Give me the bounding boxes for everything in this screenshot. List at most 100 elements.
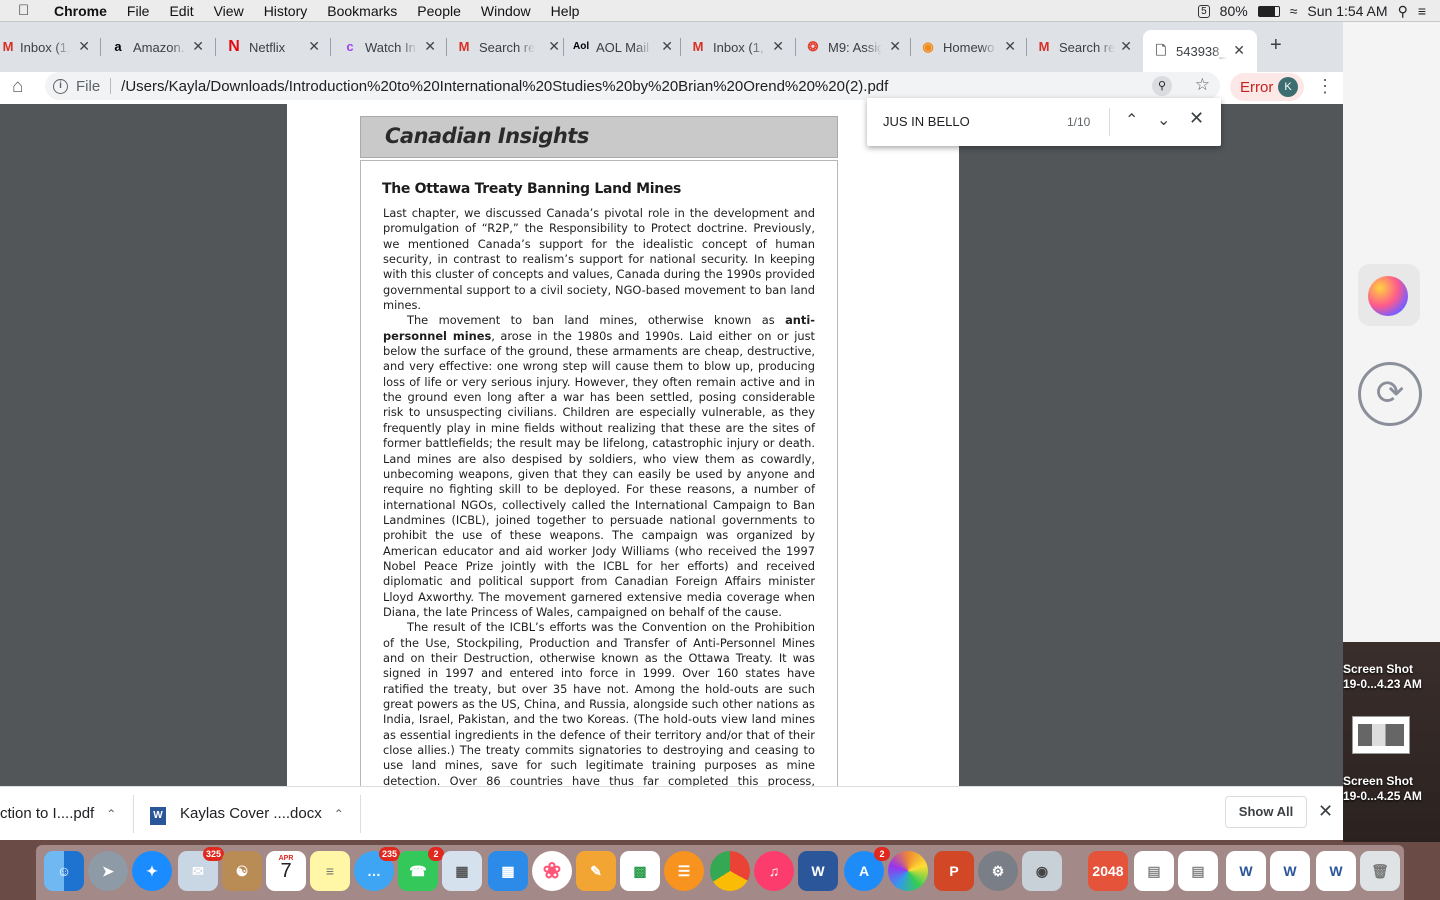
notification-center-icon[interactable]: ≡: [1418, 3, 1426, 19]
close-icon[interactable]: ✕: [192, 38, 204, 55]
close-icon[interactable]: ✕: [661, 38, 673, 55]
download-item-pdf[interactable]: ction to I....pdf ⌃: [0, 805, 116, 822]
find-previous-icon[interactable]: ⌃: [1125, 110, 1138, 130]
close-icon[interactable]: ✕: [1318, 801, 1333, 822]
numbers-icon[interactable]: ▩: [620, 851, 660, 891]
menu-bookmarks[interactable]: Bookmarks: [317, 3, 407, 19]
game-2048-icon[interactable]: 2048: [1088, 851, 1128, 891]
tab-search-1[interactable]: M Search re ✕: [456, 36, 560, 58]
desktop-file-screenshot-1[interactable]: Screen Shot 19-0...4.23 AM: [1343, 662, 1422, 692]
show-all-button[interactable]: Show All: [1225, 796, 1307, 828]
close-icon[interactable]: ✕: [889, 38, 901, 55]
messages-icon[interactable]: … 235: [354, 847, 400, 891]
menu-view[interactable]: View: [204, 3, 254, 19]
tab-title: Homewo: [943, 39, 995, 55]
sync-arrows-icon[interactable]: ⟳: [1358, 362, 1422, 426]
tab-title: M9: Assig: [828, 39, 882, 55]
battery-icon[interactable]: [1257, 5, 1280, 17]
tab-homework[interactable]: ◉ Homewo ✕: [920, 36, 1016, 58]
menu-people[interactable]: People: [407, 3, 471, 19]
itunes-icon[interactable]: ♫: [754, 851, 794, 891]
tab-watch[interactable]: c Watch Ins ✕: [342, 36, 436, 58]
tab-netflix[interactable]: N Netflix ✕: [226, 36, 320, 58]
find-input[interactable]: JUS IN BELLO: [883, 114, 970, 129]
menu-edit[interactable]: Edit: [159, 3, 203, 19]
tab-title: Amazon.: [133, 39, 185, 55]
contacts-icon[interactable]: ☯: [222, 851, 262, 891]
pdf-page: Canadian Insights The Ottawa Treaty Bann…: [287, 104, 959, 786]
tab-inbox-1[interactable]: M Inbox (1, ✕: [0, 36, 90, 58]
menu-window[interactable]: Window: [471, 3, 541, 19]
home-icon[interactable]: ⌂: [12, 76, 23, 98]
word-icon[interactable]: W: [798, 851, 838, 891]
app-store-icon[interactable]: A2: [844, 847, 890, 891]
close-icon[interactable]: ✕: [1120, 38, 1132, 55]
close-icon[interactable]: ✕: [308, 38, 320, 55]
close-icon[interactable]: ✕: [424, 38, 436, 55]
recent-word-document-icon[interactable]: W: [1270, 851, 1310, 891]
chrome-icon[interactable]: [710, 851, 750, 891]
trash-icon[interactable]: 🗑: [1360, 851, 1400, 891]
chevron-up-icon[interactable]: ⌃: [106, 807, 116, 821]
close-icon[interactable]: ✕: [1189, 108, 1204, 129]
profile-error-button[interactable]: Error K: [1230, 73, 1304, 101]
safari-icon[interactable]: ✦: [132, 851, 172, 891]
menu-help[interactable]: Help: [541, 3, 590, 19]
launchpad-icon[interactable]: ➤: [88, 851, 128, 891]
pages-icon[interactable]: ✎: [576, 851, 616, 891]
omnibox[interactable]: i File /Users/Kayla/Downloads/Introducti…: [45, 72, 1220, 100]
find-next-icon[interactable]: ⌄: [1157, 110, 1170, 130]
menu-history[interactable]: History: [254, 3, 318, 19]
new-tab-button[interactable]: +: [1270, 34, 1282, 57]
close-icon[interactable]: ✕: [1004, 38, 1016, 55]
find-in-page-icon[interactable]: ⚲: [1152, 76, 1172, 96]
recent-word-document-icon[interactable]: W: [1226, 851, 1266, 891]
ibooks-icon[interactable]: ☰: [664, 851, 704, 891]
game-center-icon[interactable]: [1358, 264, 1420, 326]
close-icon[interactable]: ✕: [78, 38, 90, 55]
screenshot-thumbnail-icon[interactable]: [1352, 716, 1410, 754]
powerpoint-icon[interactable]: P: [934, 851, 974, 891]
close-icon[interactable]: ✕: [1233, 42, 1245, 59]
image-capture-icon[interactable]: ◉: [1022, 851, 1062, 891]
tab-amazon[interactable]: a Amazon. ✕: [110, 36, 204, 58]
wifi-icon[interactable]: ≈: [1290, 3, 1298, 19]
apple-menu-icon[interactable]: : [18, 2, 38, 19]
spotlight-search-icon[interactable]: ⚲: [1398, 3, 1408, 20]
info-icon[interactable]: i: [53, 78, 68, 94]
recent-word-document-icon[interactable]: W: [1316, 851, 1356, 891]
tab-pdf-active[interactable]: 🗋 543938_ ✕: [1143, 30, 1257, 72]
url-text[interactable]: /Users/Kayla/Downloads/Introduction%20to…: [121, 78, 888, 95]
close-icon[interactable]: ✕: [772, 38, 784, 55]
battery-percent[interactable]: 80%: [1220, 3, 1248, 19]
clock[interactable]: Sun 1:54 AM: [1307, 3, 1387, 19]
system-preferences-icon[interactable]: ⚙: [978, 851, 1018, 891]
bookmark-star-icon[interactable]: ☆: [1195, 75, 1210, 95]
tab-m9-assignment[interactable]: ❂ M9: Assig ✕: [805, 36, 901, 58]
notes-icon[interactable]: ≡: [310, 851, 350, 891]
download-item-docx[interactable]: W Kaylas Cover ....docx ⌃: [150, 805, 344, 825]
tab-aol-mail[interactable]: Aol AOL Mail ✕: [573, 36, 673, 58]
close-icon[interactable]: ✕: [548, 38, 560, 55]
finder-icon[interactable]: ☺: [44, 851, 84, 891]
facetime-icon[interactable]: ☎ 2: [398, 847, 444, 891]
menu-file[interactable]: File: [117, 3, 160, 19]
tab-inbox-2[interactable]: M Inbox (1, ✕: [690, 36, 784, 58]
tab-title: Search re: [1059, 39, 1115, 55]
desktop-file-screenshot-2[interactable]: Screen Shot 19-0...4.25 AM: [1343, 774, 1422, 804]
recent-document-icon[interactable]: ▤: [1134, 851, 1174, 891]
recent-document-icon[interactable]: ▤: [1178, 851, 1218, 891]
color-app-icon[interactable]: [888, 851, 928, 891]
chevron-up-icon[interactable]: ⌃: [334, 807, 344, 821]
mail-icon[interactable]: ✉ 325: [178, 847, 224, 891]
find-match-count: 1/10: [1067, 115, 1091, 129]
tab-search-2[interactable]: M Search re ✕: [1036, 36, 1132, 58]
more-menu-icon[interactable]: ⋮: [1316, 76, 1334, 97]
menu-app-name[interactable]: Chrome: [44, 3, 117, 19]
vpn-status-icon[interactable]: 5: [1198, 4, 1210, 18]
keynote-icon[interactable]: ▦: [488, 851, 528, 891]
pdf-viewer[interactable]: Canadian Insights The Ottawa Treaty Bann…: [0, 104, 1343, 786]
calendar-icon[interactable]: APR 7: [266, 851, 306, 891]
preview-icon[interactable]: ▦: [442, 851, 482, 891]
photos-icon[interactable]: ❀: [532, 851, 572, 891]
